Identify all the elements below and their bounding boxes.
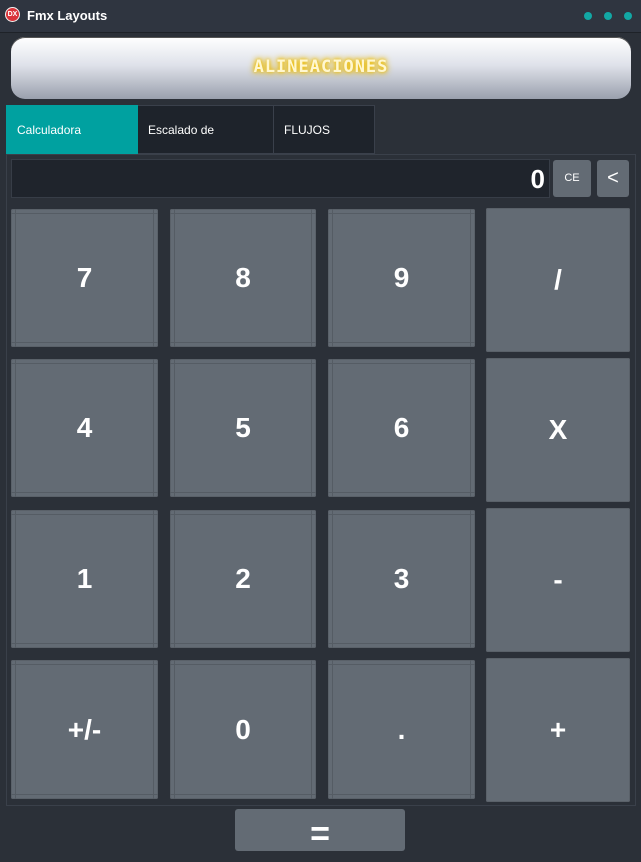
tab-calculadora-estandar[interactable]: Calculadora Estandar xyxy=(6,105,138,186)
tab-escalado-de-imagenes[interactable]: Escalado de Imagenes xyxy=(138,105,274,186)
add-button[interactable]: + xyxy=(486,658,630,802)
key-9[interactable]: 9 xyxy=(328,209,475,347)
key-3[interactable]: 3 xyxy=(328,510,475,648)
key-7[interactable]: 7 xyxy=(11,209,158,347)
key-1[interactable]: 1 xyxy=(11,510,158,648)
key-1-label: 1 xyxy=(76,563,93,594)
close-button[interactable] xyxy=(624,12,632,20)
divide-button[interactable]: / xyxy=(486,208,630,352)
key-6[interactable]: 6 xyxy=(328,359,475,497)
clear-entry-button[interactable]: CE xyxy=(553,160,591,197)
negate-label: +/- xyxy=(67,713,102,745)
backspace-button[interactable]: < xyxy=(597,160,629,197)
tab-flujos-flow[interactable]: FLUJOS (FLOW) xyxy=(274,105,375,186)
key-4-label: 4 xyxy=(76,412,93,443)
key-2-label: 2 xyxy=(235,563,251,594)
negate-button[interactable]: +/- xyxy=(11,660,158,799)
key-9-label: 9 xyxy=(393,262,410,293)
window-title: Fmx Layouts xyxy=(27,8,108,23)
tab-bar: Calculadora Estandar Escalado de Imagene… xyxy=(6,105,375,186)
app-logo-icon: DX xyxy=(5,7,20,22)
key-0-label: 0 xyxy=(235,713,251,745)
minimize-button[interactable] xyxy=(584,12,592,20)
key-6-label: 6 xyxy=(393,412,410,443)
maximize-button[interactable] xyxy=(604,12,612,20)
key-5-label: 5 xyxy=(235,412,251,443)
header-banner: ALINEACIONES xyxy=(11,37,631,99)
equals-button[interactable]: = xyxy=(235,809,405,853)
key-7-label: 7 xyxy=(76,262,93,293)
decimal-button[interactable]: . xyxy=(328,660,475,799)
subtract-label: - xyxy=(553,564,563,595)
subtract-button[interactable]: - xyxy=(486,508,630,652)
decimal-label: . xyxy=(397,713,406,745)
key-3-label: 3 xyxy=(393,563,410,594)
add-label: + xyxy=(549,714,567,745)
key-2[interactable]: 2 xyxy=(170,510,316,648)
key-0[interactable]: 0 xyxy=(170,660,316,799)
multiply-button[interactable]: X xyxy=(486,358,630,502)
multiply-label: X xyxy=(548,414,568,445)
title-bar: DX Fmx Layouts xyxy=(0,0,641,33)
divide-label: / xyxy=(554,264,562,295)
key-8[interactable]: 8 xyxy=(170,209,316,347)
banner-title: ALINEACIONES xyxy=(253,57,389,77)
calculator-display: 0 xyxy=(11,159,550,198)
key-8-label: 8 xyxy=(235,262,251,293)
key-4[interactable]: 4 xyxy=(11,359,158,497)
key-5[interactable]: 5 xyxy=(170,359,316,497)
